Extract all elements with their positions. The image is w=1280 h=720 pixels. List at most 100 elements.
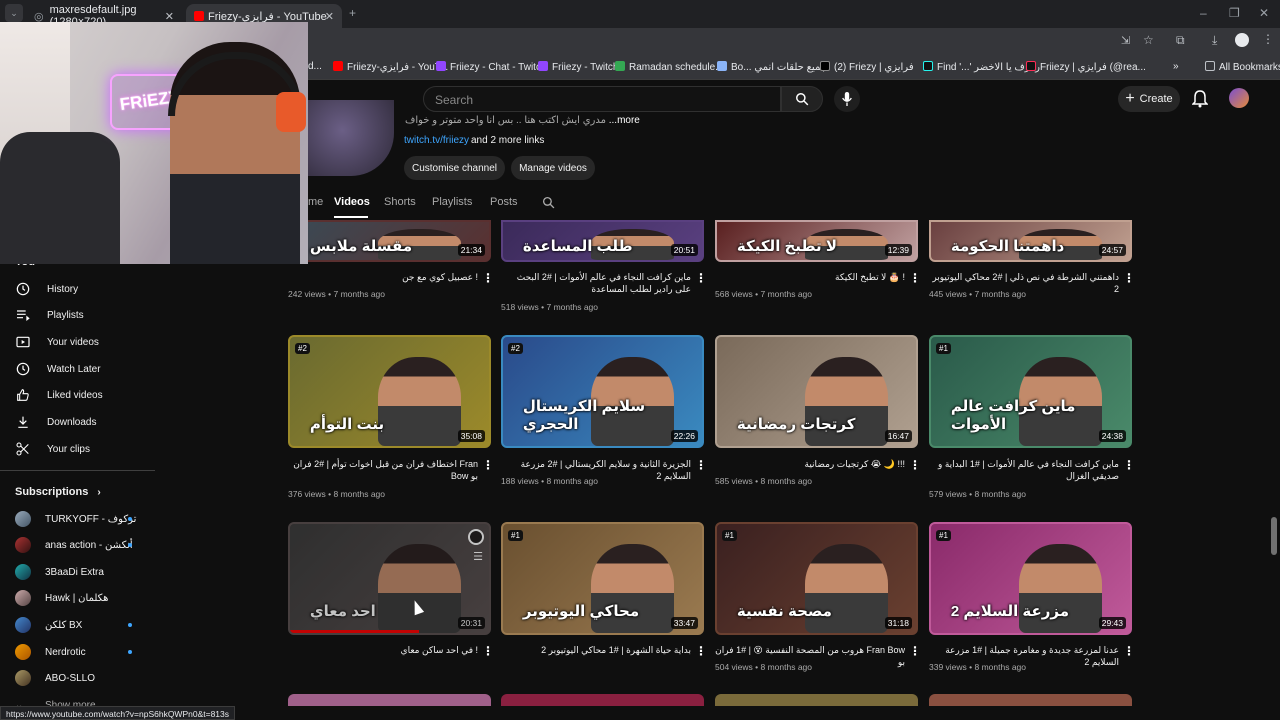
video-thumbnail[interactable]: مقسلة ملابس 21:34 [288, 220, 491, 262]
video-title[interactable]: ! 🎂 لا تطبخ الكيكة [715, 271, 905, 283]
video-thumbnail[interactable]: سلايم الكريستال الحجري #2 22:26 [501, 335, 704, 448]
voice-search-button[interactable] [834, 86, 860, 112]
bookmark[interactable]: Friiezy | فرايزي (@rea... [1026, 61, 1146, 73]
manage-videos-button[interactable]: Manage videos [511, 156, 595, 180]
subscription-item[interactable]: anas action - أنكشن [15, 536, 133, 554]
channel-search-icon[interactable] [542, 196, 555, 209]
tab-search-button[interactable]: ⌄ [5, 4, 23, 22]
new-tab-icon[interactable]: + [349, 6, 356, 20]
video-menu-icon[interactable]: ⋮ [909, 645, 921, 657]
video-menu-icon[interactable]: ⋮ [1123, 272, 1135, 284]
episode-badge: #2 [508, 343, 523, 354]
video-menu-icon[interactable]: ⋮ [695, 272, 707, 284]
video-thumbnail[interactable]: طلب المساعدة 20:51 [501, 220, 704, 262]
subscription-item[interactable]: Hawk | هكلمان [15, 589, 108, 607]
video-meta: 568 views • 7 months ago [715, 289, 813, 299]
video-menu-icon[interactable]: ⋮ [909, 459, 921, 471]
sidebar-item-label: Your clips [47, 443, 90, 455]
video-menu-icon[interactable]: ⋮ [695, 645, 707, 657]
video-thumbnail-partial[interactable] [715, 694, 918, 706]
create-button[interactable]: + Create [1118, 86, 1180, 112]
sidebar-item-watch-later[interactable]: Watch Later [15, 359, 101, 379]
subscription-item[interactable]: Nerdrotic [15, 643, 86, 661]
video-thumbnail[interactable]: محاكي اليوتيوبر #1 33:47 [501, 522, 704, 635]
watch-later-icon[interactable] [468, 529, 484, 545]
page-scrollbar[interactable] [1271, 517, 1277, 555]
video-thumbnail-partial[interactable] [501, 694, 704, 706]
sidebar-item-your-videos[interactable]: Your videos [15, 332, 99, 352]
bookmark[interactable]: Bo... جميع حلقات انمي [717, 61, 827, 73]
video-thumbnail[interactable]: كرتجات رمضانية 16:47 [715, 335, 918, 448]
subscriptions-heading[interactable]: Subscriptions › [15, 486, 101, 498]
star-icon[interactable]: ☆ [1143, 33, 1154, 47]
video-thumbnail[interactable]: لا تطبخ الكيكة 12:39 [715, 220, 918, 262]
video-thumbnail[interactable]: احد معاي 20:31 ☰ [288, 522, 491, 635]
scissors-icon [16, 442, 29, 456]
sidebar-item-downloads[interactable]: Downloads [15, 412, 96, 432]
video-title[interactable]: بداية حياة الشهرة | #1 محاكي اليوتيوبر 2 [501, 644, 691, 656]
video-thumbnail[interactable]: مصحة نفسية #1 31:18 [715, 522, 918, 635]
sidebar-item-liked-videos[interactable]: Liked videos [15, 385, 103, 405]
tab-playlists[interactable]: Playlists [432, 196, 472, 208]
more-links[interactable]: and 2 more links [471, 135, 544, 146]
video-menu-icon[interactable]: ⋮ [482, 272, 494, 284]
search-input[interactable]: Search [423, 86, 781, 112]
profile-icon[interactable] [1235, 33, 1249, 47]
install-icon[interactable]: ⇲ [1121, 34, 1130, 47]
subscription-item[interactable]: ABO-SLLO [15, 669, 95, 687]
tab-shorts[interactable]: Shorts [384, 196, 416, 208]
bookmark[interactable]: Friiezy - Chat - Twitch [436, 61, 547, 73]
maximize-icon[interactable]: ❐ [1229, 6, 1240, 20]
video-title[interactable]: ماين كرافت النجاء في عالم الأموات | #2 ا… [501, 271, 691, 295]
globe-icon: ◎ [34, 10, 44, 23]
video-thumbnail[interactable]: ماين كرافت عالم الأموات #1 24:38 [929, 335, 1132, 448]
menu-kebab-icon[interactable]: ⋮ [1262, 32, 1274, 46]
video-menu-icon[interactable]: ⋮ [1123, 459, 1135, 471]
bookmark[interactable]: (2) Friezy | فرايزي [820, 61, 914, 73]
video-menu-icon[interactable]: ⋮ [909, 272, 921, 284]
sidebar-item-playlists[interactable]: Playlists [15, 305, 84, 325]
all-bookmarks[interactable]: All Bookmarks [1205, 61, 1280, 73]
video-thumbnail-partial[interactable] [288, 694, 491, 706]
add-to-queue-icon[interactable]: ☰ [473, 550, 483, 563]
bookmarks-overflow-icon[interactable]: » [1173, 61, 1179, 72]
subscription-item[interactable]: TURKYOFF - تركوف [15, 510, 136, 528]
video-menu-icon[interactable]: ⋮ [1123, 645, 1135, 657]
video-title[interactable]: !!! 🌙 😭 كرتجيات رمضانية [715, 458, 905, 470]
notifications-bell-icon[interactable] [1192, 90, 1208, 108]
video-menu-icon[interactable]: ⋮ [482, 459, 494, 471]
tab-posts[interactable]: Posts [490, 196, 518, 208]
bookmark[interactable]: d... [308, 61, 322, 72]
bookmark[interactable]: Friiezy-فرايزي - YouT... [333, 61, 448, 73]
minimize-icon[interactable]: – [1200, 6, 1207, 20]
video-thumbnail-partial[interactable] [929, 694, 1132, 706]
bookmark[interactable]: Find '...' رفرف يا الاخضر [923, 61, 1040, 73]
close-tab-icon[interactable]: ✕ [165, 10, 174, 23]
video-title[interactable]: ماين كرافت النجاء في عالم الأموات | #1 ا… [929, 458, 1119, 482]
account-avatar[interactable] [1229, 88, 1249, 108]
bookmark[interactable]: Friiezy - Twitch [538, 61, 619, 73]
window-close-icon[interactable]: ✕ [1259, 6, 1269, 20]
video-menu-icon[interactable]: ⋮ [695, 459, 707, 471]
extensions-icon[interactable]: ⧉ [1176, 33, 1185, 48]
subscription-item[interactable]: 3BaaDi Extra [15, 563, 104, 581]
subscription-item[interactable]: كلكن BX [15, 616, 82, 634]
customise-channel-button[interactable]: Customise channel [404, 156, 505, 180]
video-thumbnail[interactable]: مزرعة السلايم 2 #1 29:43 [929, 522, 1132, 635]
sidebar-item-history[interactable]: History [15, 279, 78, 299]
download-icon[interactable]: ⤓ [1212, 33, 1217, 48]
channel-description[interactable]: مدري ايش اكتب هنا .. بس انا واحد متوتر و… [405, 115, 640, 126]
video-title[interactable]: ! في احد ساكن معاي [288, 644, 478, 656]
bookmark[interactable]: Ramadan schedule... [615, 61, 724, 73]
channel-link[interactable]: twitch.tv/friiezy [404, 135, 469, 146]
video-title[interactable]: ! عصبيل كوي مع جن [288, 271, 478, 283]
video-title[interactable]: Fran اختطاف فران من قبل اخوات توأم | #2 … [288, 458, 478, 482]
close-tab-icon[interactable]: ✕ [325, 10, 334, 23]
video-menu-icon[interactable]: ⋮ [482, 645, 494, 657]
sidebar-item-your-clips[interactable]: Your clips [15, 439, 90, 459]
video-thumbnail[interactable]: بنت التوأم #2 35:08 [288, 335, 491, 448]
video-thumbnail[interactable]: داهمتنا الحكومة 24:57 [929, 220, 1132, 262]
tab-videos[interactable]: Videos [334, 196, 370, 208]
tab-home[interactable]: me [308, 196, 323, 208]
search-button[interactable] [781, 86, 823, 112]
